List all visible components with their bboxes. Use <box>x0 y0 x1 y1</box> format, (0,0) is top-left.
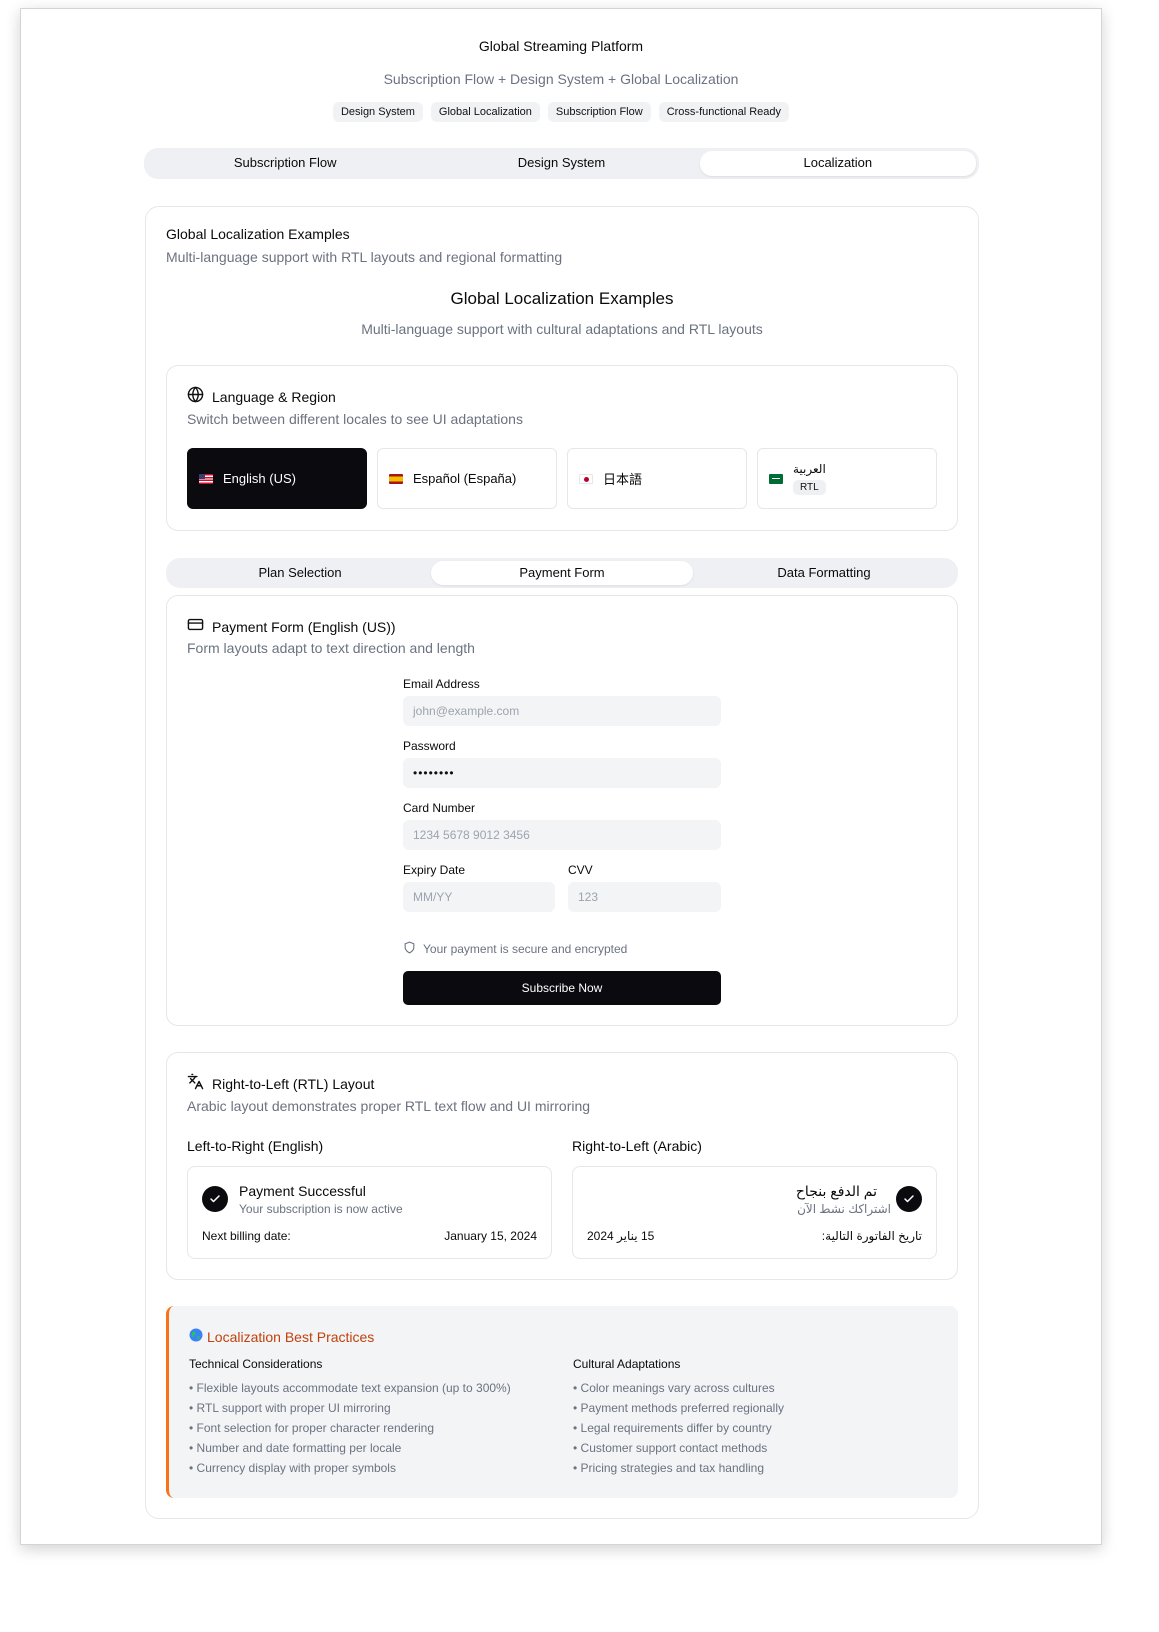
list-item: Currency display with proper symbols <box>189 1458 511 1478</box>
shield-icon <box>403 941 416 957</box>
technical-considerations-title: Technical Considerations <box>189 1357 323 1371</box>
password-input[interactable]: •••••••• <box>403 758 721 788</box>
tag-subscription-flow: Subscription Flow <box>547 102 651 122</box>
app-window: Global Streaming Platform Subscription F… <box>20 8 1102 1545</box>
main-tab-bar: Subscription Flow Design System Localiza… <box>144 148 979 179</box>
list-item: Flexible layouts accommodate text expans… <box>189 1378 511 1398</box>
tab-design-system[interactable]: Design System <box>423 151 699 176</box>
list-item: Payment methods preferred regionally <box>573 1398 784 1418</box>
us-flag-icon <box>199 473 213 484</box>
best-practices-panel: Localization Best Practices Technical Co… <box>166 1306 958 1498</box>
tag-design-system: Design System <box>332 102 423 122</box>
locale-english-us-button[interactable]: English (US) <box>187 448 367 509</box>
tag-cross-functional: Cross-functional Ready <box>658 102 790 122</box>
translate-icon <box>187 1073 204 1095</box>
ltr-status-subtitle: Your subscription is now active <box>239 1202 403 1216</box>
locale-label: 日本語 <box>603 472 643 487</box>
rtl-badge: RTL <box>793 480 826 495</box>
locale-label: Español (España) <box>413 471 517 486</box>
list-item: Number and date formatting per locale <box>189 1438 511 1458</box>
tab-data-formatting[interactable]: Data Formatting <box>693 561 955 585</box>
payment-form-title: Payment Form (English (US)) <box>212 619 396 635</box>
credit-card-icon <box>187 616 204 638</box>
subscribe-now-button[interactable]: Subscribe Now <box>403 971 721 1005</box>
localization-subheading: Multi-language support with cultural ada… <box>361 321 763 337</box>
list-item: Legal requirements differ by country <box>573 1418 784 1438</box>
card-number-input[interactable]: 1234 5678 9012 3456 <box>403 820 721 850</box>
app-title: Global Streaming Platform <box>478 38 644 54</box>
japan-flag-icon <box>579 473 593 484</box>
card-number-label: Card Number <box>403 801 476 815</box>
locale-spanish-button[interactable]: Español (España) <box>377 448 557 509</box>
check-circle-icon <box>202 1186 228 1212</box>
saudi-flag-icon <box>769 473 783 484</box>
email-label: Email Address <box>403 677 480 691</box>
ltr-billing-value: January 15, 2024 <box>444 1229 537 1243</box>
tab-localization[interactable]: Localization <box>699 151 976 176</box>
rtl-layout-title: Right-to-Left (RTL) Layout <box>212 1076 375 1092</box>
list-item: Pricing strategies and tax handling <box>573 1458 784 1478</box>
cvv-input[interactable]: 123 <box>568 882 721 912</box>
list-item: Font selection for proper character rend… <box>189 1418 511 1438</box>
check-circle-icon <box>896 1186 922 1212</box>
expiry-label: Expiry Date <box>403 863 466 877</box>
locale-label: English (US) <box>223 471 296 486</box>
password-label: Password <box>403 739 456 753</box>
globe-icon <box>187 386 204 408</box>
tag-list: Design System Global Localization Subscr… <box>21 102 1101 122</box>
localization-card: Global Localization Examples Multi-langu… <box>145 206 979 1519</box>
locale-japanese-button[interactable]: 日本語 <box>567 448 747 509</box>
rtl-heading: Right-to-Left (Arabic) <box>572 1138 702 1154</box>
rtl-status-subtitle: اشتراكك نشط الآن <box>797 1202 891 1216</box>
language-region-title: Language & Region <box>212 389 336 405</box>
secure-note: Your payment is secure and encrypted <box>423 942 628 956</box>
rtl-layout-description: Arabic layout demonstrates proper RTL te… <box>187 1098 591 1114</box>
cultural-adaptations-title: Cultural Adaptations <box>573 1357 681 1371</box>
list-item: Customer support contact methods <box>573 1438 784 1458</box>
cultural-adaptations-list: Color meanings vary across cultures Paym… <box>573 1378 784 1478</box>
payment-form-card: Payment Form (English (US)) Form layouts… <box>166 595 958 1026</box>
rtl-success-card: تم الدفع بنجاح اشتراكك نشط الآن تاريخ ال… <box>572 1166 937 1259</box>
best-practices-title: Localization Best Practices <box>207 1328 375 1345</box>
locale-arabic-button[interactable]: العربية RTL <box>757 448 937 509</box>
ltr-heading: Left-to-Right (English) <box>187 1138 324 1154</box>
ltr-success-card: Payment Successful Your subscription is … <box>187 1166 552 1259</box>
language-region-description: Switch between different locales to see … <box>187 411 523 427</box>
localization-card-title: Global Localization Examples <box>166 226 350 242</box>
tag-global-localization: Global Localization <box>430 102 540 122</box>
email-input[interactable]: john@example.com <box>403 696 721 726</box>
cvv-label: CVV <box>568 863 593 877</box>
sub-tab-bar: Plan Selection Payment Form Data Formatt… <box>166 558 958 588</box>
rtl-billing-value: 15 يناير 2024 <box>587 1229 655 1243</box>
tab-payment-form[interactable]: Payment Form <box>431 561 693 585</box>
rtl-status-title: تم الدفع بنجاح <box>795 1183 877 1199</box>
expiry-input[interactable]: MM/YY <box>403 882 555 912</box>
earth-emoji-icon <box>189 1328 203 1345</box>
locale-label: العربية <box>793 462 826 476</box>
tab-subscription-flow[interactable]: Subscription Flow <box>147 151 423 176</box>
ltr-status-title: Payment Successful <box>239 1183 366 1199</box>
list-item: Color meanings vary across cultures <box>573 1378 784 1398</box>
localization-heading: Global Localization Examples <box>450 289 674 308</box>
tab-plan-selection[interactable]: Plan Selection <box>169 561 431 585</box>
technical-considerations-list: Flexible layouts accommodate text expans… <box>189 1378 511 1478</box>
ltr-billing-label: Next billing date: <box>202 1229 291 1243</box>
localization-card-description: Multi-language support with RTL layouts … <box>166 249 563 265</box>
list-item: RTL support with proper UI mirroring <box>189 1398 511 1418</box>
app-subtitle: Subscription Flow + Design System + Glob… <box>383 71 739 87</box>
spain-flag-icon <box>389 473 403 484</box>
payment-form-description: Form layouts adapt to text direction and… <box>187 640 475 656</box>
rtl-layout-card: Right-to-Left (RTL) Layout Arabic layout… <box>166 1052 958 1280</box>
language-region-card: Language & Region Switch between differe… <box>166 365 958 531</box>
rtl-billing-label: تاريخ الفاتورة التالية: <box>821 1229 922 1243</box>
